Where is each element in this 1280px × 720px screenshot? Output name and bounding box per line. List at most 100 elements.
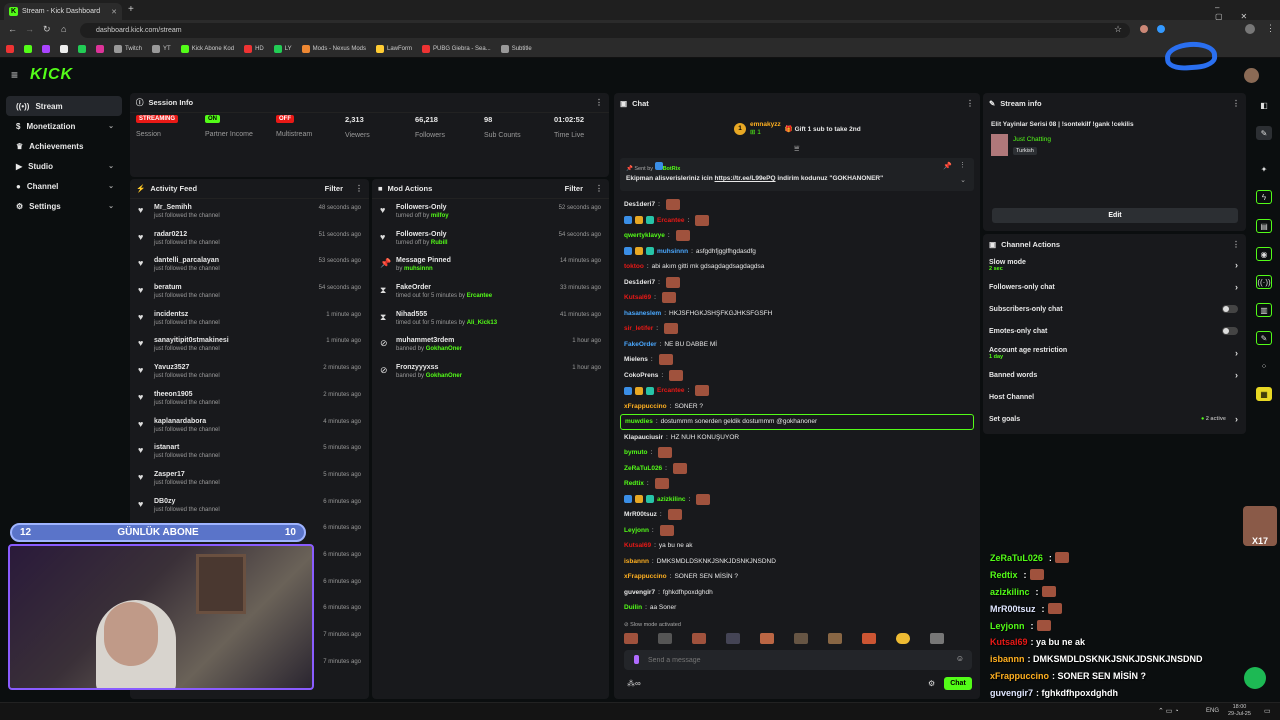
- mod-action-item[interactable]: ⧗ Nihad555 timed out for 5 minutes by Al…: [372, 306, 609, 333]
- url-field[interactable]: dashboard.kick.com/stream: [80, 23, 1130, 38]
- pinned-link[interactable]: https://tr.ee/L99ePQ: [715, 175, 776, 182]
- mic-icon[interactable]: [634, 655, 639, 664]
- chat-message[interactable]: bymuto:: [614, 445, 980, 461]
- tray-icons[interactable]: ⌃ ▭ ◔: [1158, 707, 1179, 715]
- bookmark-icon[interactable]: [96, 45, 104, 53]
- chat-message[interactable]: hasaneslem: HKJSFHGKJSHŞFKGJHKSFGSFH: [614, 306, 980, 322]
- camera-icon[interactable]: ✦: [1256, 162, 1272, 176]
- chat-message[interactable]: ZeRaTuL026:: [614, 461, 980, 477]
- emote-icon[interactable]: [930, 633, 944, 644]
- emote-icon[interactable]: [794, 633, 808, 644]
- sidebar-item-stream[interactable]: ((•)) Stream: [6, 96, 122, 116]
- chat-message[interactable]: xFrappuccino: SONER SEN MİSİN ?: [614, 569, 980, 585]
- chat-message[interactable]: toktoo: abi akım gitti mk gdsagdagdsagdag…: [614, 259, 980, 275]
- chat-message[interactable]: Duilin: aa Soner: [614, 600, 980, 616]
- chat-message[interactable]: Ercantee:: [614, 213, 980, 229]
- chat-message[interactable]: Redtix:: [614, 476, 980, 492]
- close-tab-icon[interactable]: ✕: [111, 8, 117, 16]
- back-icon[interactable]: ←: [8, 24, 17, 34]
- edit-icon[interactable]: ✎: [1256, 126, 1272, 140]
- chat-message[interactable]: Des1deri7:: [614, 275, 980, 291]
- window-controls[interactable]: –▢✕: [1215, 3, 1280, 21]
- emote-icon[interactable]: [896, 633, 910, 644]
- share-icon[interactable]: ⁘: [1256, 359, 1272, 373]
- avatar[interactable]: [1244, 68, 1259, 83]
- more-options-icon[interactable]: ⋮: [595, 98, 603, 107]
- activity-item[interactable]: ♥ kaplanardabora just followed the chann…: [130, 413, 369, 440]
- expand-icon[interactable]: ⩸: [794, 143, 799, 154]
- mod-action-item[interactable]: ♥ Followers-Only turned off by milfoy 52…: [372, 199, 609, 226]
- support-chat-icon[interactable]: [1244, 667, 1266, 689]
- document-icon[interactable]: ▤: [1256, 219, 1272, 233]
- emote-icon[interactable]: [828, 633, 842, 644]
- chat-message[interactable]: guvengir7: fghkdfhpoxdghdh: [614, 585, 980, 601]
- chat-bubble-icon[interactable]: ◉: [1256, 247, 1272, 261]
- bookmark-ly[interactable]: LY: [273, 45, 292, 53]
- menu-icon[interactable]: ⋮: [1266, 23, 1275, 34]
- broadcast-icon[interactable]: ((·)): [1256, 275, 1272, 289]
- game-icon[interactable]: ▦: [1256, 387, 1272, 401]
- clipboard-icon[interactable]: ▥: [1256, 303, 1272, 317]
- activity-item[interactable]: ♥ Zasper17 just followed the channel 5 m…: [130, 466, 369, 493]
- chevron-down-icon[interactable]: ⌄: [960, 176, 966, 184]
- activity-item[interactable]: ♥ Yavuz3527 just followed the channel 2 …: [130, 359, 369, 386]
- sidebar-item-settings[interactable]: ⚙ Settings ⌄: [6, 196, 122, 216]
- activity-item[interactable]: ♥ incidentsz just followed the channel 1…: [130, 306, 369, 333]
- activity-item[interactable]: ♥ dantelli_parcalayan just followed the …: [130, 252, 369, 279]
- edit-stream-button[interactable]: Edit: [992, 208, 1238, 223]
- bookmark-icon[interactable]: [6, 45, 14, 53]
- sidebar-item-monetization[interactable]: $ Monetization ⌄: [6, 116, 122, 136]
- chat-message[interactable]: Leyjonn:: [614, 523, 980, 539]
- emote-icon[interactable]: [726, 633, 740, 644]
- channel-action-row[interactable]: Account age restriction 1 day ›: [983, 342, 1246, 364]
- more-options-icon[interactable]: ⋮: [959, 161, 966, 169]
- bookmark-pubg[interactable]: PUBG Giebra - Sea...: [422, 45, 491, 53]
- chat-input[interactable]: [648, 653, 948, 667]
- chat-message[interactable]: Mielens:: [614, 352, 980, 368]
- chat-message[interactable]: Klapauciusir: HZ NUH KONUŞUYOR: [614, 430, 980, 446]
- channel-action-row[interactable]: Set goals ● 2 active ›: [983, 408, 1246, 430]
- bookmark-icon[interactable]: [24, 45, 32, 53]
- kick-logo[interactable]: KICK: [30, 66, 73, 84]
- more-options-icon[interactable]: ⋮: [1232, 99, 1240, 108]
- sidebar-item-studio[interactable]: ▶ Studio ⌄: [6, 156, 122, 176]
- more-options-icon[interactable]: ⋮: [595, 184, 603, 193]
- profile-icon[interactable]: [1245, 24, 1255, 34]
- chat-message[interactable]: Kutsal69: ya bu ne ak: [614, 538, 980, 554]
- gift-leaderboard[interactable]: 1 emnakyzz ⊞ 1 🎁 Gift 1 sub to take 2nd: [734, 121, 861, 136]
- emote-icon[interactable]: [760, 633, 774, 644]
- new-tab-icon[interactable]: +: [128, 4, 134, 15]
- hamburger-menu-icon[interactable]: ≡: [11, 68, 18, 82]
- bookmark-twitch[interactable]: Twitch: [114, 45, 142, 53]
- emoji-picker-icon[interactable]: ☺: [956, 654, 964, 663]
- clock[interactable]: 18:00 29-Jul-25: [1228, 704, 1251, 718]
- emote-icon[interactable]: [692, 633, 706, 644]
- mod-action-item[interactable]: ⊘ Fronzyyyxss banned by GokhanOner 1 hou…: [372, 359, 609, 386]
- forward-icon[interactable]: →: [25, 24, 34, 34]
- wrench-icon[interactable]: ✎: [1256, 331, 1272, 345]
- chat-message[interactable]: xFrappuccino: SONER ?: [614, 399, 980, 415]
- chat-message[interactable]: azizkilinc:: [614, 492, 980, 508]
- emote-bar[interactable]: [624, 633, 974, 647]
- sidebar-item-achievements[interactable]: ♛ Achievements: [6, 136, 122, 156]
- chat-message[interactable]: Kutsal69:: [614, 290, 980, 306]
- activity-item[interactable]: ♥ istanart just followed the channel 5 m…: [130, 439, 369, 466]
- activity-item[interactable]: ♥ Mr_Semihh just followed the channel 48…: [130, 199, 369, 226]
- emote-icon[interactable]: [862, 633, 876, 644]
- channel-action-row[interactable]: Subscribers-only chat: [983, 298, 1246, 320]
- bookmark-icon[interactable]: [78, 45, 86, 53]
- browser-tab[interactable]: K Stream - Kick Dashboard ✕: [4, 3, 122, 20]
- bookmark-subtitle[interactable]: Subtitle: [500, 45, 532, 53]
- channel-action-row[interactable]: Slow mode 2 sec ›: [983, 254, 1246, 276]
- extension-icon[interactable]: [1157, 25, 1165, 33]
- activity-item[interactable]: ♥ radar0212 just followed the channel 51…: [130, 226, 369, 253]
- more-options-icon[interactable]: ⋮: [1232, 240, 1240, 249]
- activity-item[interactable]: ♥ DB0zy just followed the channel 6 minu…: [130, 493, 369, 520]
- category-label[interactable]: Just Chatting: [1013, 136, 1051, 143]
- extension-icon[interactable]: [1140, 25, 1148, 33]
- notification-icon[interactable]: ▭: [1264, 707, 1271, 715]
- channel-action-row[interactable]: Host Channel: [983, 386, 1246, 408]
- chat-message[interactable]: isbannn: DMKSMDLDSKNKJSNKJDSNKJNSDND: [614, 554, 980, 570]
- mod-action-item[interactable]: ⊘ muhammet3rdem banned by GokhanOner 1 h…: [372, 332, 609, 359]
- mod-action-item[interactable]: ⧗ FakeOrder timed out for 5 minutes by E…: [372, 279, 609, 306]
